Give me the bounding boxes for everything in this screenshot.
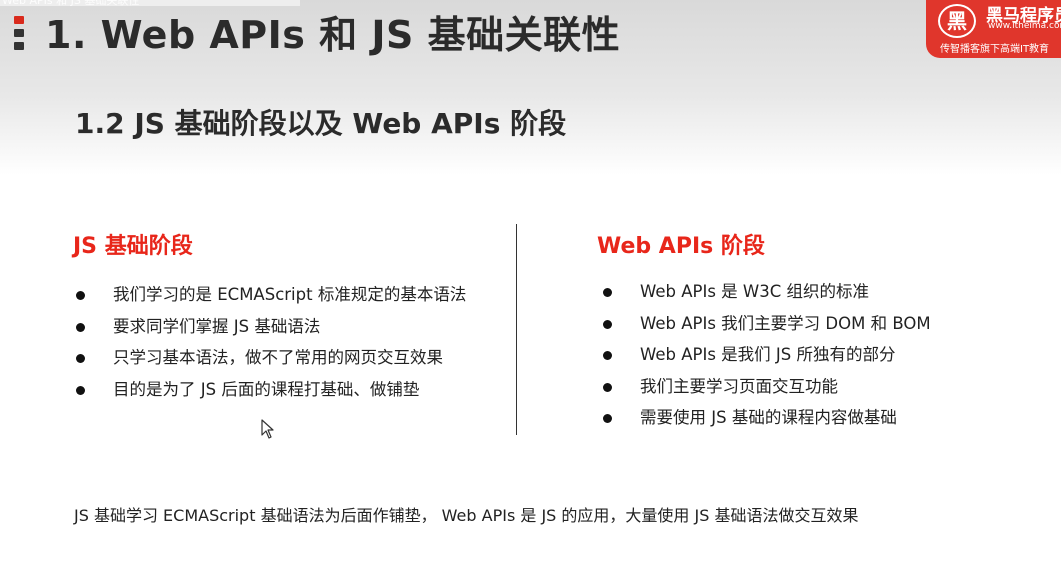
bullet-dot-icon (76, 354, 85, 363)
list-item: 只学习基本语法，做不了常用的网页交互效果 (76, 346, 506, 378)
mouse-pointer-icon (261, 419, 274, 439)
list-item-text: Web APIs 是 W3C 组织的标准 (640, 282, 869, 301)
bullet-dot-icon (603, 382, 612, 392)
summary-note: JS 基础学习 ECMAScript 基础语法为后面作铺垫， Web APIs … (74, 506, 859, 525)
list-item: Web APIs 是我们 JS 所独有的部分 (603, 343, 1043, 375)
list-item-text: 只学习基本语法，做不了常用的网页交互效果 (113, 348, 443, 367)
list-item: Web APIs 是 W3C 组织的标准 (603, 280, 1043, 312)
title-bullet-marker (14, 16, 26, 55)
bullet-dot-icon (603, 288, 612, 297)
marker-square-red (14, 16, 24, 24)
list-item: 需要使用 JS 基础的课程内容做基础 (603, 406, 1043, 438)
logo-circle-icon: 黑 (938, 4, 976, 38)
bullet-dot-icon (76, 322, 85, 332)
list-item-text: 我们学习的是 ECMAScript 标准规定的基本语法 (113, 285, 467, 304)
list-item-text: Web APIs 是我们 JS 所独有的部分 (640, 345, 896, 364)
left-column-heading: JS 基础阶段 (73, 234, 193, 259)
logo-slogan: 传智播客旗下高端IT教育 (940, 44, 1050, 55)
list-item-text: 目的是为了 JS 后面的课程打基础、做铺垫 (113, 379, 420, 399)
page-title: 1. Web APIs 和 JS 基础关联性 (45, 13, 621, 57)
logo-url: www.itheima.com (988, 21, 1061, 31)
list-item: Web APIs 我们主要学习 DOM 和 BOM (603, 312, 1043, 344)
left-bullet-list: 我们学习的是 ECMAScript 标准规定的基本语法 要求同学们掌握 JS 基… (76, 283, 506, 409)
list-item: 我们主要学习页面交互功能 (603, 375, 1043, 407)
list-item-text: 我们主要学习页面交互功能 (640, 376, 838, 396)
brand-logo: 黑 黑马程序员 www.itheima.com 传智播客旗下高端IT教育 (926, 0, 1061, 58)
list-item-text: 需要使用 JS 基础的课程内容做基础 (640, 408, 897, 427)
right-column-heading: Web APIs 阶段 (597, 234, 765, 259)
right-bullet-list: Web APIs 是 W3C 组织的标准 Web APIs 我们主要学习 DOM… (603, 280, 1043, 438)
list-item: 我们学习的是 ECMAScript 标准规定的基本语法 (76, 283, 506, 315)
bullet-dot-icon (603, 351, 612, 360)
column-divider (516, 224, 517, 435)
list-item-text: 要求同学们掌握 JS 基础语法 (113, 316, 321, 336)
bullet-dot-icon (76, 291, 85, 300)
list-item-text: Web APIs 我们主要学习 DOM 和 BOM (640, 313, 931, 333)
list-item: 要求同学们掌握 JS 基础语法 (76, 315, 506, 347)
bullet-dot-icon (76, 385, 85, 395)
bullet-dot-icon (603, 414, 612, 423)
list-item: 目的是为了 JS 后面的课程打基础、做铺垫 (76, 378, 506, 410)
section-subtitle: 1.2 JS 基础阶段以及 Web APIs 阶段 (75, 107, 567, 140)
marker-square-dark (14, 42, 24, 50)
marker-square-dark (14, 29, 24, 37)
bullet-dot-icon (603, 319, 612, 329)
